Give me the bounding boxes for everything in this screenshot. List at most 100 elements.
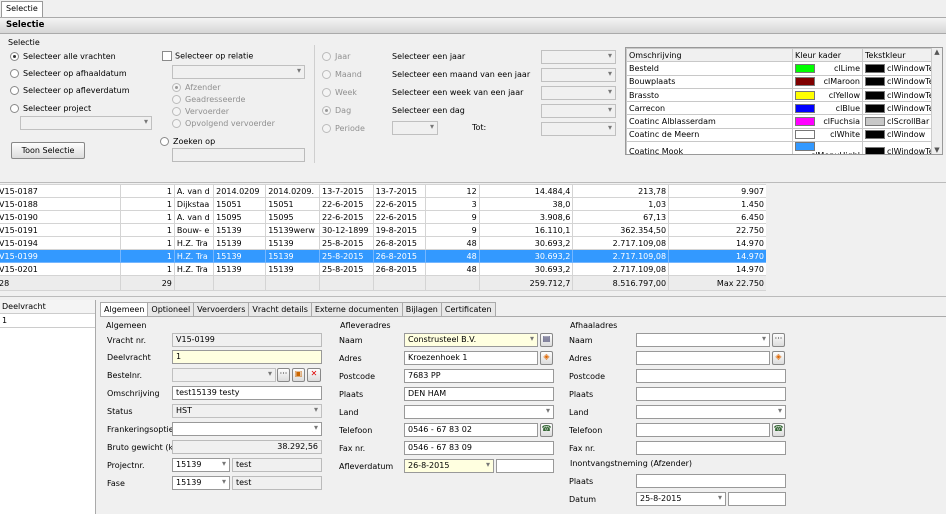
table-row[interactable]: V15-0187 1 A. van d 2014.0209 2014.0209. 13-7… bbox=[0, 184, 767, 198]
scroll-up-icon[interactable]: ▲ bbox=[932, 48, 942, 56]
afhaal-phone-icon[interactable]: ☎ bbox=[772, 423, 785, 437]
io-plaats-field[interactable] bbox=[636, 474, 786, 488]
splitter-2[interactable] bbox=[0, 296, 946, 300]
toon-selectie-button[interactable]: Toon Selectie bbox=[11, 142, 85, 159]
project-combo-field[interactable]: 15139 bbox=[172, 458, 230, 472]
tab-optioneel[interactable]: Optioneel bbox=[147, 302, 195, 316]
period-combo-4[interactable] bbox=[541, 122, 616, 136]
map-icon[interactable]: ◈ bbox=[540, 351, 553, 365]
aflever-telefoon-field[interactable]: 0546 - 67 83 02 bbox=[404, 423, 538, 437]
kleuren-grid[interactable]: Omschrijving Kleur kader Tekstkleur Best… bbox=[625, 47, 943, 155]
table-row[interactable]: V15-0191 1 Bouw- e 15139 15139werw 30-12-1899… bbox=[0, 223, 767, 237]
address-book-icon[interactable]: ▤ bbox=[540, 333, 553, 347]
afhaal-fax-field[interactable] bbox=[636, 441, 786, 455]
period-radio-4[interactable]: Periode bbox=[322, 124, 365, 133]
table-row[interactable]: V15-0190 1 A. van d 15095 15095 22-6-2015 22-6… bbox=[0, 210, 767, 224]
splitter[interactable] bbox=[0, 177, 946, 183]
afhaal-land-combo[interactable] bbox=[636, 405, 786, 419]
footer-cell bbox=[372, 275, 426, 291]
tab-vervoerders[interactable]: Vervoerders bbox=[193, 302, 250, 316]
table-cell: 48 bbox=[424, 249, 480, 263]
afleverdatum-picker[interactable]: 26-8-2015 bbox=[404, 459, 494, 473]
afhaal-fax-label: Fax nr. bbox=[569, 444, 596, 453]
kleur-row[interactable]: Bouwplaats clMaroon clWindowTe bbox=[626, 74, 937, 89]
kleuren-scrollbar[interactable]: ▲ ▼ bbox=[931, 48, 942, 154]
bestelnr-new-icon[interactable]: ▣ bbox=[292, 368, 305, 382]
table-row[interactable]: V15-0201 1 H.Z. Tra 15139 15139 25-8-2015 26-8… bbox=[0, 262, 767, 276]
selectie-radio-3[interactable]: Selecteer project bbox=[10, 104, 91, 113]
bestelnr-combo[interactable] bbox=[172, 368, 276, 382]
tab-certificaten[interactable]: Certificaten bbox=[440, 302, 496, 316]
radio-icon bbox=[10, 69, 19, 78]
aflever-naam-combo[interactable]: Construsteel B.V. bbox=[404, 333, 538, 347]
scroll-down-icon[interactable]: ▼ bbox=[932, 146, 942, 154]
selectie-radio-0[interactable]: Selecteer alle vrachten bbox=[10, 52, 116, 61]
kleur-row[interactable]: Besteld clLime clWindowTe bbox=[626, 61, 937, 76]
bestelnr-browse-button[interactable]: ··· bbox=[277, 368, 290, 382]
relatie-option-1[interactable]: Geadresseerde bbox=[172, 95, 245, 104]
kleur-row[interactable]: Coatinc de Meern clWhite clWindow bbox=[626, 127, 937, 143]
relatie-option-3[interactable]: Opvolgend vervoerder bbox=[172, 119, 275, 128]
period-radio-3[interactable]: Dag bbox=[322, 106, 351, 115]
table-row[interactable]: V15-0199 1 H.Z. Tra 15139 15139 25-8-2015 26-8… bbox=[0, 249, 767, 263]
table-cell: 67,13 bbox=[572, 210, 670, 224]
io-datum-time[interactable] bbox=[728, 492, 786, 506]
deelvracht-field[interactable]: 1 bbox=[172, 350, 322, 364]
afhaal-map-icon[interactable]: ◈ bbox=[772, 351, 785, 365]
zoeken-input[interactable] bbox=[172, 148, 305, 162]
vrachten-grid[interactable]: V15-0187 1 A. van d 2014.0209 2014.0209. 13-7… bbox=[0, 184, 767, 291]
project-combo[interactable] bbox=[20, 116, 152, 130]
table-cell: 15139 bbox=[265, 236, 321, 250]
bestelnr-delete-icon[interactable]: ✕ bbox=[307, 368, 321, 382]
afhaal-adres-field[interactable] bbox=[636, 351, 770, 365]
phone-icon[interactable]: ☎ bbox=[540, 423, 553, 437]
status-combo[interactable]: HST bbox=[172, 404, 322, 418]
kleur-row[interactable]: Coatinc Alblasserdam clFuchsia clScrollBar bbox=[626, 114, 937, 129]
relatie-option-0[interactable]: Afzender bbox=[172, 83, 220, 92]
color-swatch bbox=[795, 77, 815, 87]
afleverdatum-time[interactable] bbox=[496, 459, 554, 473]
table-row[interactable]: V15-0194 1 H.Z. Tra 15139 15139 25-8-2015 26-8… bbox=[0, 236, 767, 250]
zoeken-radio[interactable]: Zoeken op bbox=[160, 137, 215, 146]
afhaal-plaats-field[interactable] bbox=[636, 387, 786, 401]
deelvracht-list[interactable]: Deelvracht 1 bbox=[0, 300, 96, 514]
fase-combo[interactable]: 15139 bbox=[172, 476, 230, 490]
period-combo-2[interactable] bbox=[541, 86, 616, 100]
kleur-row[interactable]: Coatinc Mook clMenuHighl clWindowTe bbox=[626, 141, 937, 154]
period-combo-1[interactable] bbox=[541, 68, 616, 82]
aflever-adres-field[interactable]: Kroezenhoek 1 bbox=[404, 351, 538, 365]
aflever-land-combo[interactable] bbox=[404, 405, 554, 419]
period-radio-0[interactable]: Jaar bbox=[322, 52, 350, 61]
omschrijving-field[interactable]: test15139 testy bbox=[172, 386, 322, 400]
period-radio-1[interactable]: Maand bbox=[322, 70, 362, 79]
period-combo-3[interactable] bbox=[541, 104, 616, 118]
periode-from-combo[interactable] bbox=[392, 121, 438, 135]
period-radio-2[interactable]: Week bbox=[322, 88, 357, 97]
selectie-radio-2[interactable]: Selecteer op afleverdatum bbox=[10, 86, 130, 95]
tab-bijlagen[interactable]: Bijlagen bbox=[401, 302, 442, 316]
aflever-fax-field[interactable]: 0546 - 67 83 09 bbox=[404, 441, 554, 455]
io-datum-picker[interactable]: 25-8-2015 bbox=[636, 492, 726, 506]
kleur-row[interactable]: Brassto clYellow clWindowTe bbox=[626, 87, 937, 103]
table-cell: H.Z. Tra bbox=[173, 249, 215, 263]
kleur-row[interactable]: Carrecon clBlue clWindowTe bbox=[626, 101, 937, 116]
afhaal-naam-combo[interactable] bbox=[636, 333, 770, 347]
selectie-radio-1[interactable]: Selecteer op afhaaldatum bbox=[10, 69, 127, 78]
afhaal-postcode-field[interactable] bbox=[636, 369, 786, 383]
period-combo-0[interactable] bbox=[541, 50, 616, 64]
deelvracht-row[interactable]: 1 bbox=[0, 314, 95, 328]
tab-algemeen[interactable]: Algemeen bbox=[100, 302, 149, 317]
afhaal-browse-button[interactable]: ··· bbox=[772, 333, 785, 347]
relatie-checkbox[interactable]: Selecteer op relatie bbox=[162, 51, 253, 61]
aflever-plaats-field[interactable]: DEN HAM bbox=[404, 387, 554, 401]
tab-vracht-details[interactable]: Vracht details bbox=[248, 302, 312, 316]
relatie-option-2[interactable]: Vervoerder bbox=[172, 107, 229, 116]
table-row[interactable]: V15-0188 1 Dijkstaa 15051 15051 22-6-2015 22-6… bbox=[0, 197, 767, 211]
afhaal-telefoon-field[interactable] bbox=[636, 423, 770, 437]
frankering-combo[interactable] bbox=[172, 422, 322, 436]
tab-externe-documenten[interactable]: Externe documenten bbox=[310, 302, 403, 316]
aflever-postcode-label: Postcode bbox=[339, 372, 376, 381]
aflever-postcode-field[interactable]: 7683 PP bbox=[404, 369, 554, 383]
tab-selectie[interactable]: Selectie bbox=[1, 1, 43, 17]
relatie-combo[interactable] bbox=[172, 65, 305, 79]
